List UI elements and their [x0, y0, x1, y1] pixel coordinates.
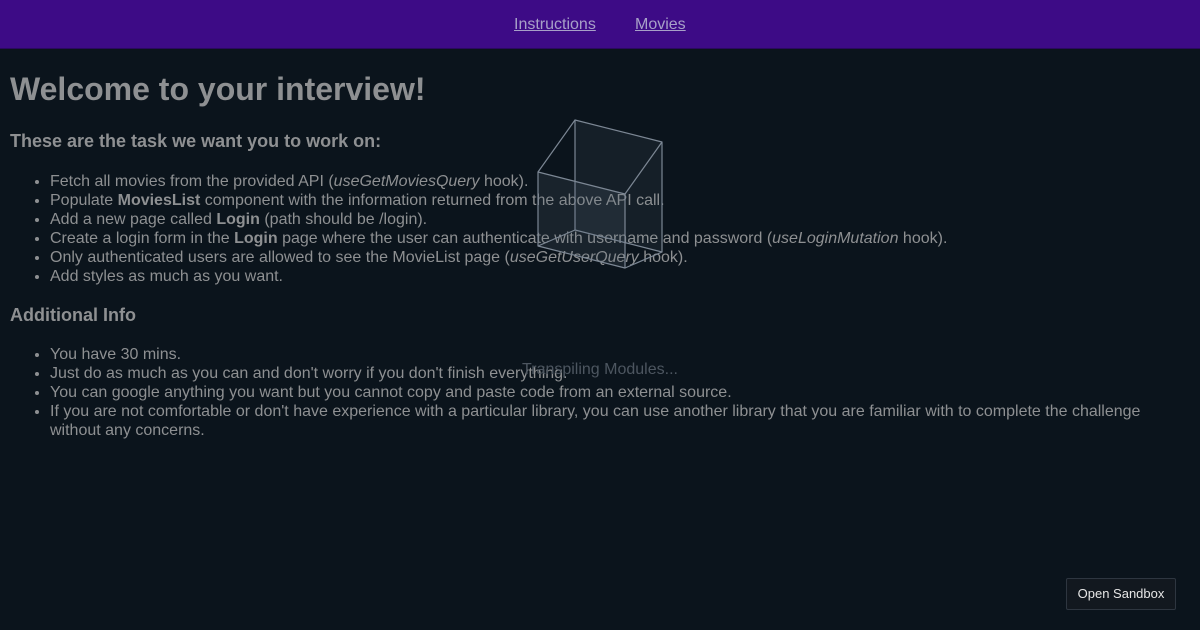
- open-sandbox-button[interactable]: Open Sandbox: [1066, 578, 1176, 610]
- page-name: Login: [216, 211, 260, 228]
- nav-link-movies[interactable]: Movies: [635, 15, 686, 34]
- component-name: MoviesList: [117, 192, 201, 209]
- additional-info-list: You have 30 mins. Just do as much as you…: [10, 345, 1190, 440]
- page-title: Welcome to your interview!: [10, 71, 426, 107]
- task-text: Add styles as much as you want.: [50, 268, 283, 285]
- tasks-heading: These are the task we want you to work o…: [10, 131, 382, 151]
- info-item: If you are not comfortable or don't have…: [50, 402, 1190, 440]
- task-text: Populate: [50, 192, 118, 209]
- info-item: You have 30 mins.: [50, 345, 1190, 364]
- tasks-list: Fetch all movies from the provided API (…: [10, 172, 1190, 286]
- task-text: (path should be /login).: [259, 211, 428, 228]
- task-text: hook).: [479, 173, 529, 190]
- hook-name: useLoginMutation: [772, 230, 899, 247]
- task-text: Create a login form in the: [50, 230, 235, 247]
- top-navigation: Instructions Movies: [0, 0, 1200, 49]
- task-item: Only authenticated users are allowed to …: [50, 248, 1190, 267]
- task-text: page where the user can authenticate wit…: [277, 230, 773, 247]
- task-text: Fetch all movies from the provided API (: [50, 173, 334, 190]
- task-text: Add a new page called: [50, 211, 217, 228]
- info-item: Just do as much as you can and don't wor…: [50, 364, 1190, 383]
- nav-link-instructions[interactable]: Instructions: [514, 15, 596, 34]
- task-item: Fetch all movies from the provided API (…: [50, 172, 1190, 191]
- task-item: Create a login form in the Login page wh…: [50, 229, 1190, 248]
- task-text: hook).: [898, 230, 948, 247]
- additional-info-heading: Additional Info: [10, 305, 136, 325]
- task-text: component with the information returned …: [200, 192, 665, 209]
- info-item: You can google anything you want but you…: [50, 383, 1190, 402]
- task-text: hook).: [638, 249, 688, 266]
- task-item: Add a new page called Login (path should…: [50, 210, 1190, 229]
- task-item: Populate MoviesList component with the i…: [50, 191, 1190, 210]
- page-name: Login: [234, 230, 278, 247]
- hook-name: useGetUserQuery: [509, 249, 639, 266]
- hook-name: useGetMoviesQuery: [333, 173, 480, 190]
- task-text: Only authenticated users are allowed to …: [50, 249, 510, 266]
- task-item: Add styles as much as you want.: [50, 267, 1190, 286]
